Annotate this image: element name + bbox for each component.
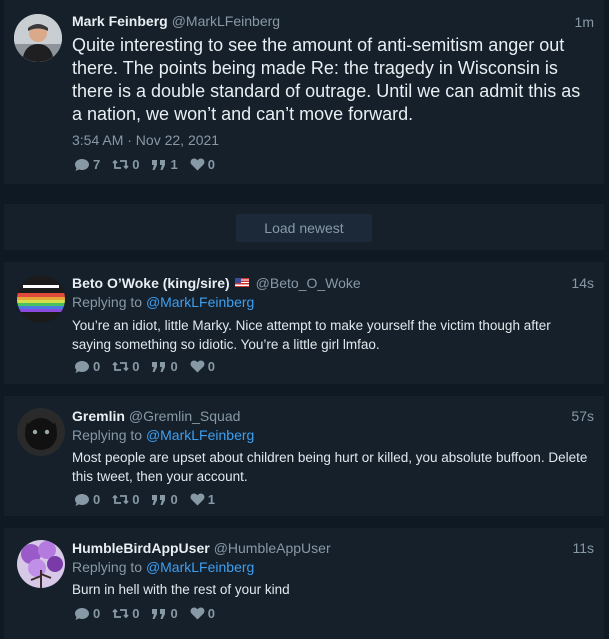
tweet-time[interactable]: 11s (572, 540, 594, 556)
like-count: 0 (207, 157, 215, 172)
avatar[interactable] (17, 408, 65, 456)
load-newest-button[interactable]: Load newest (236, 214, 372, 242)
author-handle[interactable]: @HumbleAppUser (214, 540, 331, 556)
tweet-actions: 0 0 0 1 (74, 492, 227, 507)
quote-icon (152, 494, 166, 505)
retweet-button[interactable]: 0 (112, 492, 139, 507)
speech-bubble-icon (75, 607, 89, 620)
retweet-count: 0 (132, 492, 140, 507)
mention-link[interactable]: @MarkLFeinberg (146, 427, 254, 443)
main-tweet: Mark Feinberg @MarkLFeinberg 1m Quite int… (4, 0, 604, 184)
author-line: Gremlin @Gremlin_Squad (72, 408, 240, 424)
reply-tweet: HumbleBirdAppUser @HumbleAppUser 11s Repl… (4, 528, 604, 639)
avatar-image (14, 14, 62, 62)
like-count: 0 (207, 359, 215, 374)
author-line: Beto O’Woke (king/sire) @Beto_O_Woke (72, 275, 361, 291)
retweet-button[interactable]: 0 (112, 606, 139, 621)
author-name[interactable]: HumbleBirdAppUser (72, 540, 210, 556)
avatar-image (17, 540, 65, 588)
retweet-icon (112, 361, 129, 372)
reply-tweet: Beto O’Woke (king/sire) @Beto_O_Woke 14s … (4, 262, 604, 384)
tweet-timestamp[interactable]: 3:54 AM · Nov 22, 2021 (72, 132, 219, 148)
reply-button[interactable]: 0 (74, 492, 100, 507)
mention-link[interactable]: @MarkLFeinberg (146, 559, 254, 575)
quote-icon (152, 608, 166, 619)
reply-count: 0 (93, 492, 101, 507)
quote-icon (152, 361, 166, 372)
retweet-count: 0 (132, 359, 140, 374)
replying-label: Replying to (72, 559, 143, 575)
like-button[interactable]: 0 (190, 606, 215, 621)
replying-label: Replying to (72, 427, 143, 443)
quote-count: 0 (170, 606, 178, 621)
replying-to: Replying to @MarkLFeinberg (72, 559, 254, 575)
like-count: 0 (207, 606, 215, 621)
speech-bubble-icon (75, 158, 89, 171)
tweet-actions: 7 0 1 0 (74, 157, 227, 172)
retweet-icon (112, 608, 129, 619)
replying-label: Replying to (72, 294, 143, 310)
mention-link[interactable]: @MarkLFeinberg (146, 294, 254, 310)
retweet-icon (112, 494, 129, 505)
heart-icon (190, 360, 205, 373)
reply-button[interactable]: 0 (74, 606, 100, 621)
tweet-text: Quite interesting to see the amount of a… (72, 35, 581, 124)
author-line: Mark Feinberg @MarkLFeinberg (72, 13, 280, 29)
quote-button[interactable]: 0 (151, 606, 178, 621)
author-name[interactable]: Mark Feinberg (72, 13, 168, 29)
tweet-text: You’re an idiot, little Marky. Nice atte… (72, 318, 551, 352)
avatar[interactable] (14, 14, 62, 62)
retweet-icon (112, 159, 129, 170)
tweet-text: Most people are upset about children bei… (72, 450, 588, 484)
author-name[interactable]: Beto O’Woke (king/sire) (72, 275, 230, 291)
speech-bubble-icon (75, 360, 89, 373)
tweet-time[interactable]: 1m (575, 14, 594, 30)
replying-to: Replying to @MarkLFeinberg (72, 427, 254, 443)
like-count: 1 (207, 492, 215, 507)
reply-button[interactable]: 0 (74, 359, 100, 374)
like-button[interactable]: 0 (190, 157, 215, 172)
reply-tweet: Gremlin @Gremlin_Squad 57s Replying to @M… (4, 396, 604, 516)
author-handle[interactable]: @Beto_O_Woke (256, 275, 361, 291)
avatar-image (17, 408, 65, 456)
avatar-image (17, 275, 65, 323)
retweet-count: 0 (132, 606, 140, 621)
reply-button[interactable]: 7 (74, 157, 100, 172)
heart-icon (190, 607, 205, 620)
tweet-time[interactable]: 57s (571, 408, 594, 424)
like-button[interactable]: 1 (190, 492, 215, 507)
quote-count: 0 (170, 492, 178, 507)
speech-bubble-icon (75, 493, 89, 506)
quote-icon (152, 159, 166, 170)
load-newest-bar: Load newest (4, 204, 604, 250)
quote-button[interactable]: 0 (151, 492, 178, 507)
tweet-time[interactable]: 14s (571, 275, 594, 291)
retweet-count: 0 (132, 157, 140, 172)
quote-count: 1 (170, 157, 178, 172)
tweet-actions: 0 0 0 0 (74, 359, 227, 374)
retweet-button[interactable]: 0 (112, 359, 139, 374)
author-line: HumbleBirdAppUser @HumbleAppUser (72, 540, 331, 556)
like-button[interactable]: 0 (190, 359, 215, 374)
retweet-button[interactable]: 0 (112, 157, 139, 172)
reply-count: 7 (93, 157, 101, 172)
reply-count: 0 (93, 359, 101, 374)
tweet-text: Burn in hell with the rest of your kind (72, 582, 290, 597)
avatar[interactable] (17, 540, 65, 588)
author-name[interactable]: Gremlin (72, 408, 125, 424)
quote-button[interactable]: 1 (151, 157, 178, 172)
quote-count: 0 (170, 359, 178, 374)
tweet-actions: 0 0 0 0 (74, 606, 227, 621)
reply-count: 0 (93, 606, 101, 621)
author-handle[interactable]: @Gremlin_Squad (129, 408, 241, 424)
heart-icon (190, 493, 205, 506)
avatar[interactable] (17, 275, 65, 323)
heart-icon (190, 158, 205, 171)
us-flag-icon (234, 278, 249, 287)
replying-to: Replying to @MarkLFeinberg (72, 294, 254, 310)
author-handle[interactable]: @MarkLFeinberg (172, 13, 280, 29)
quote-button[interactable]: 0 (151, 359, 178, 374)
